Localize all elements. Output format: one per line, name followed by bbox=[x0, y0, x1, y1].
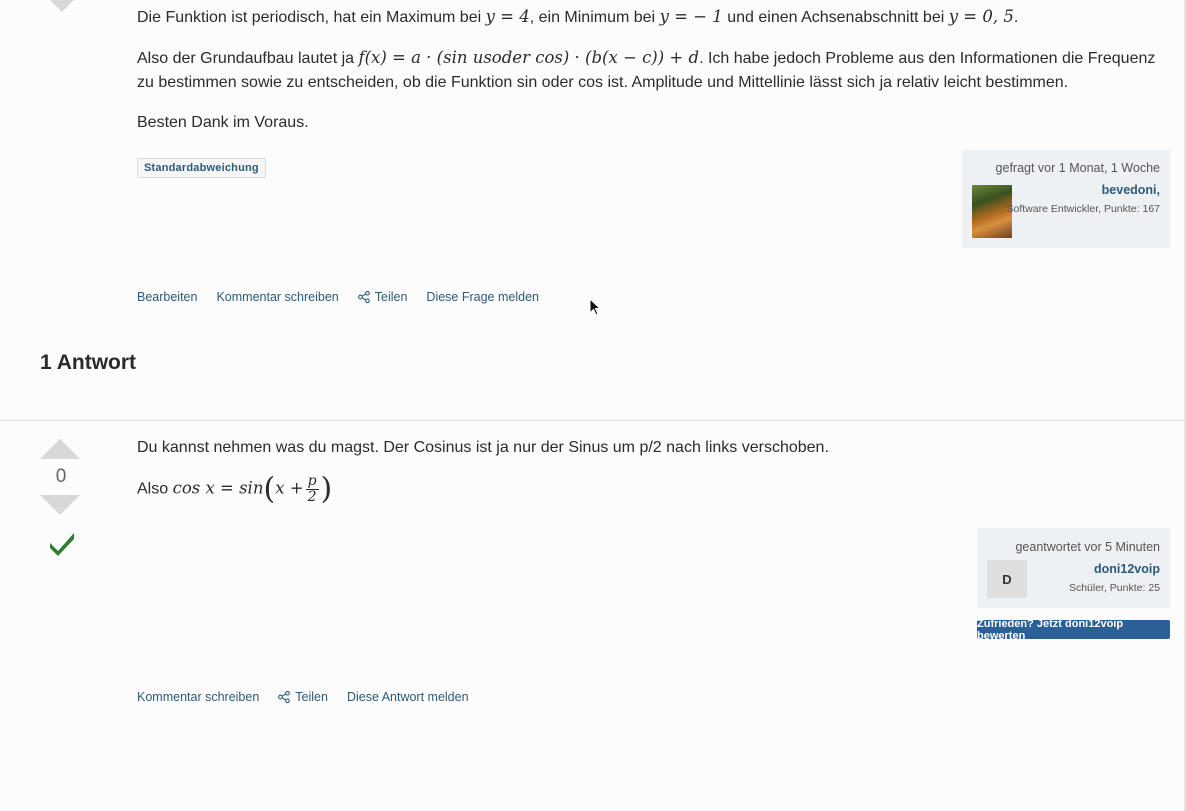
avatar[interactable]: D bbox=[987, 560, 1027, 598]
fraction: p2 bbox=[305, 473, 319, 505]
question-body: Die Funktion ist periodisch, hat ein Max… bbox=[137, 5, 1157, 151]
upvote-button[interactable] bbox=[40, 439, 80, 459]
comment-link[interactable]: Kommentar schreiben bbox=[137, 690, 259, 704]
downvote-button[interactable] bbox=[40, 495, 80, 515]
comment-link[interactable]: Kommentar schreiben bbox=[216, 290, 338, 304]
report-question-link[interactable]: Diese Frage melden bbox=[426, 290, 539, 304]
answers-heading: 1 Antwort bbox=[40, 351, 137, 374]
mouse-cursor-icon bbox=[589, 298, 601, 316]
rate-answer-button[interactable]: Zufrieden? Jetzt doni12voip bewerten bbox=[977, 618, 1170, 642]
vote-count: 0 bbox=[55, 466, 67, 487]
report-answer-link[interactable]: Diese Antwort melden bbox=[347, 690, 469, 704]
answer-paragraph-2: Also cos x = sin(x + p 2) bbox=[137, 471, 333, 507]
answer-actions: Kommentar schreiben Teilen Diese Antwort… bbox=[137, 690, 469, 704]
author-meta: Schüler, Punkte: 25 bbox=[1068, 582, 1160, 594]
answer-body: Du kannst nehmen was du magst. Der Cosin… bbox=[137, 436, 829, 519]
share-link[interactable]: Teilen bbox=[357, 290, 407, 304]
asked-timestamp: gefragt vor 1 Monat, 1 Woche bbox=[995, 161, 1160, 175]
question-paragraph-3: Besten Dank im Voraus. bbox=[137, 114, 309, 131]
question-paragraph-1: Die Funktion ist periodisch, hat ein Max… bbox=[137, 7, 1019, 26]
accepted-check-icon bbox=[50, 533, 74, 556]
share-icon bbox=[357, 291, 370, 303]
author-meta: Software Entwickler, Punkte: 167 bbox=[1006, 203, 1161, 215]
question-author-card: gefragt vor 1 Monat, 1 Woche bevedoni, S… bbox=[962, 150, 1170, 248]
question-vote-arrow[interactable] bbox=[42, 0, 82, 12]
share-icon bbox=[278, 691, 291, 703]
answered-timestamp: geantwortet vor 5 Minuten bbox=[1015, 540, 1160, 554]
edit-link[interactable]: Bearbeiten bbox=[137, 290, 197, 304]
answer-paragraph-1: Du kannst nehmen was du magst. Der Cosin… bbox=[137, 439, 829, 456]
share-link[interactable]: Teilen bbox=[278, 690, 328, 704]
author-name[interactable]: bevedoni, bbox=[1102, 183, 1160, 197]
divider bbox=[0, 420, 1186, 421]
answer-author-card: geantwortet vor 5 Minuten D doni12voip S… bbox=[977, 528, 1170, 608]
question-actions: Bearbeiten Kommentar schreiben Teilen Di… bbox=[137, 290, 539, 304]
tag-standardabweichung[interactable]: Standardabweichung bbox=[137, 158, 266, 178]
author-name[interactable]: doni12voip bbox=[1094, 562, 1160, 576]
question-paragraph-2: Also der Grundaufbau lautet ja f(x) = a … bbox=[137, 48, 1156, 91]
